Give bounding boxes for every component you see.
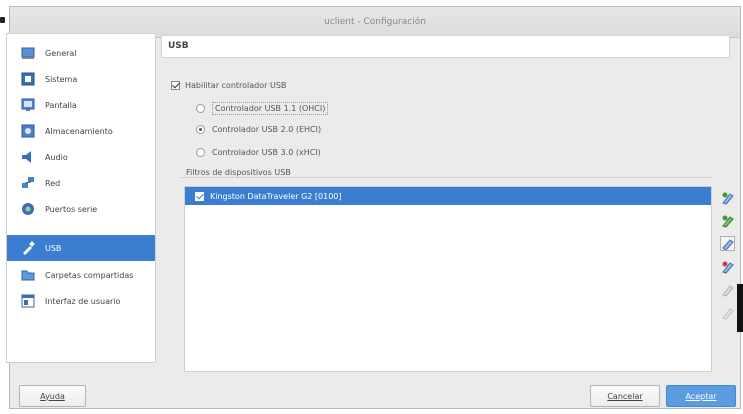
sidebar-item-label: Interfaz de usuario	[45, 296, 121, 306]
sidebar-item-label: USB	[45, 243, 62, 253]
sidebar-item-usb[interactable]: USB	[7, 235, 155, 261]
sidebar-item-puertos-serie[interactable]: Puertos serie	[7, 196, 155, 222]
filter-list-item[interactable]: Kingston DataTraveler G2 [0100]	[185, 187, 711, 205]
general-icon	[21, 46, 35, 60]
cancel-button[interactable]: Cancelar	[590, 385, 660, 407]
settings-sidebar: General Sistema Pantalla Almacenamiento …	[6, 33, 156, 363]
enable-usb-controller-checkbox[interactable]: Habilitar controlador USB	[171, 81, 286, 90]
sidebar-item-label: Audio	[45, 152, 68, 162]
add-from-device-icon[interactable]	[720, 213, 735, 228]
usb-2-0-controller-radio[interactable]: Controlador USB 2.0 (EHCI)	[196, 125, 321, 134]
radio-circle	[196, 148, 205, 157]
accept-button[interactable]: Aceptar	[666, 385, 736, 407]
sidebar-item-red[interactable]: Red	[7, 170, 155, 196]
display-icon	[21, 98, 35, 112]
sidebar-item-audio[interactable]: Audio	[7, 144, 155, 170]
filters-divider	[180, 177, 712, 178]
sidebar-item-label: General	[45, 48, 77, 58]
sidebar-item-almacenamiento[interactable]: Almacenamiento	[7, 118, 155, 144]
user-interface-icon	[21, 294, 35, 308]
edit-filter-icon[interactable]	[720, 236, 735, 251]
help-button[interactable]: Ayuda	[19, 385, 86, 407]
cancel-button-label: Cancelar	[607, 391, 643, 401]
sidebar-item-label: Almacenamiento	[45, 126, 113, 136]
sidebar-item-pantalla[interactable]: Pantalla	[7, 92, 155, 118]
radio-circle	[196, 104, 205, 113]
move-up-icon[interactable]	[720, 282, 735, 297]
filter-enabled-checkbox[interactable]	[195, 191, 204, 201]
edge-marker	[0, 17, 5, 23]
sidebar-item-label: Sistema	[45, 74, 78, 84]
storage-icon	[21, 124, 35, 138]
radio-circle	[196, 125, 205, 134]
checkbox-box	[171, 81, 180, 90]
enable-usb-label: Habilitar controlador USB	[185, 81, 287, 90]
sidebar-item-carpetas-compartidas[interactable]: Carpetas compartidas	[7, 262, 155, 288]
remove-filter-icon[interactable]	[720, 259, 735, 274]
section-header: USB	[161, 35, 730, 58]
filters-heading: Filtros de dispositivos USB	[186, 168, 291, 177]
sidebar-item-label: Red	[45, 178, 61, 188]
sidebar-item-interfaz-de-usuario[interactable]: Interfaz de usuario	[7, 288, 155, 314]
sidebar-item-sistema[interactable]: Sistema	[7, 66, 155, 92]
add-filter-icon[interactable]	[720, 190, 735, 205]
serial-ports-icon	[21, 202, 35, 216]
sidebar-item-general[interactable]: General	[7, 40, 155, 66]
sidebar-item-label: Puertos serie	[45, 204, 98, 214]
system-icon	[21, 72, 35, 86]
help-button-label: Ayuda	[40, 391, 65, 401]
accept-button-label: Aceptar	[685, 391, 717, 401]
move-down-icon[interactable]	[720, 305, 735, 320]
usb-3-0-controller-radio[interactable]: Controlador USB 3.0 (xHCI)	[196, 148, 321, 157]
shared-folders-icon	[21, 268, 35, 282]
sidebar-item-label: Carpetas compartidas	[45, 270, 134, 280]
network-icon	[21, 176, 35, 190]
controller-label: Controlador USB 2.0 (EHCI)	[212, 125, 322, 134]
controller-label: Controlador USB 1.1 (OHCI)	[212, 102, 329, 115]
usb-1-1-controller-radio[interactable]: Controlador USB 1.1 (OHCI)	[196, 102, 329, 115]
sidebar-item-label: Pantalla	[45, 100, 77, 110]
audio-icon	[21, 150, 35, 164]
edge-tab	[737, 284, 743, 332]
usb-filters-label: Filtros de dispositivos USB	[186, 168, 291, 177]
filter-label: Kingston DataTraveler G2 [0100]	[210, 191, 342, 201]
section-title: USB	[168, 41, 189, 51]
usb-icon	[21, 241, 35, 255]
usb-filter-list[interactable]: Kingston DataTraveler G2 [0100]	[184, 186, 712, 372]
controller-label: Controlador USB 3.0 (xHCI)	[212, 148, 321, 157]
